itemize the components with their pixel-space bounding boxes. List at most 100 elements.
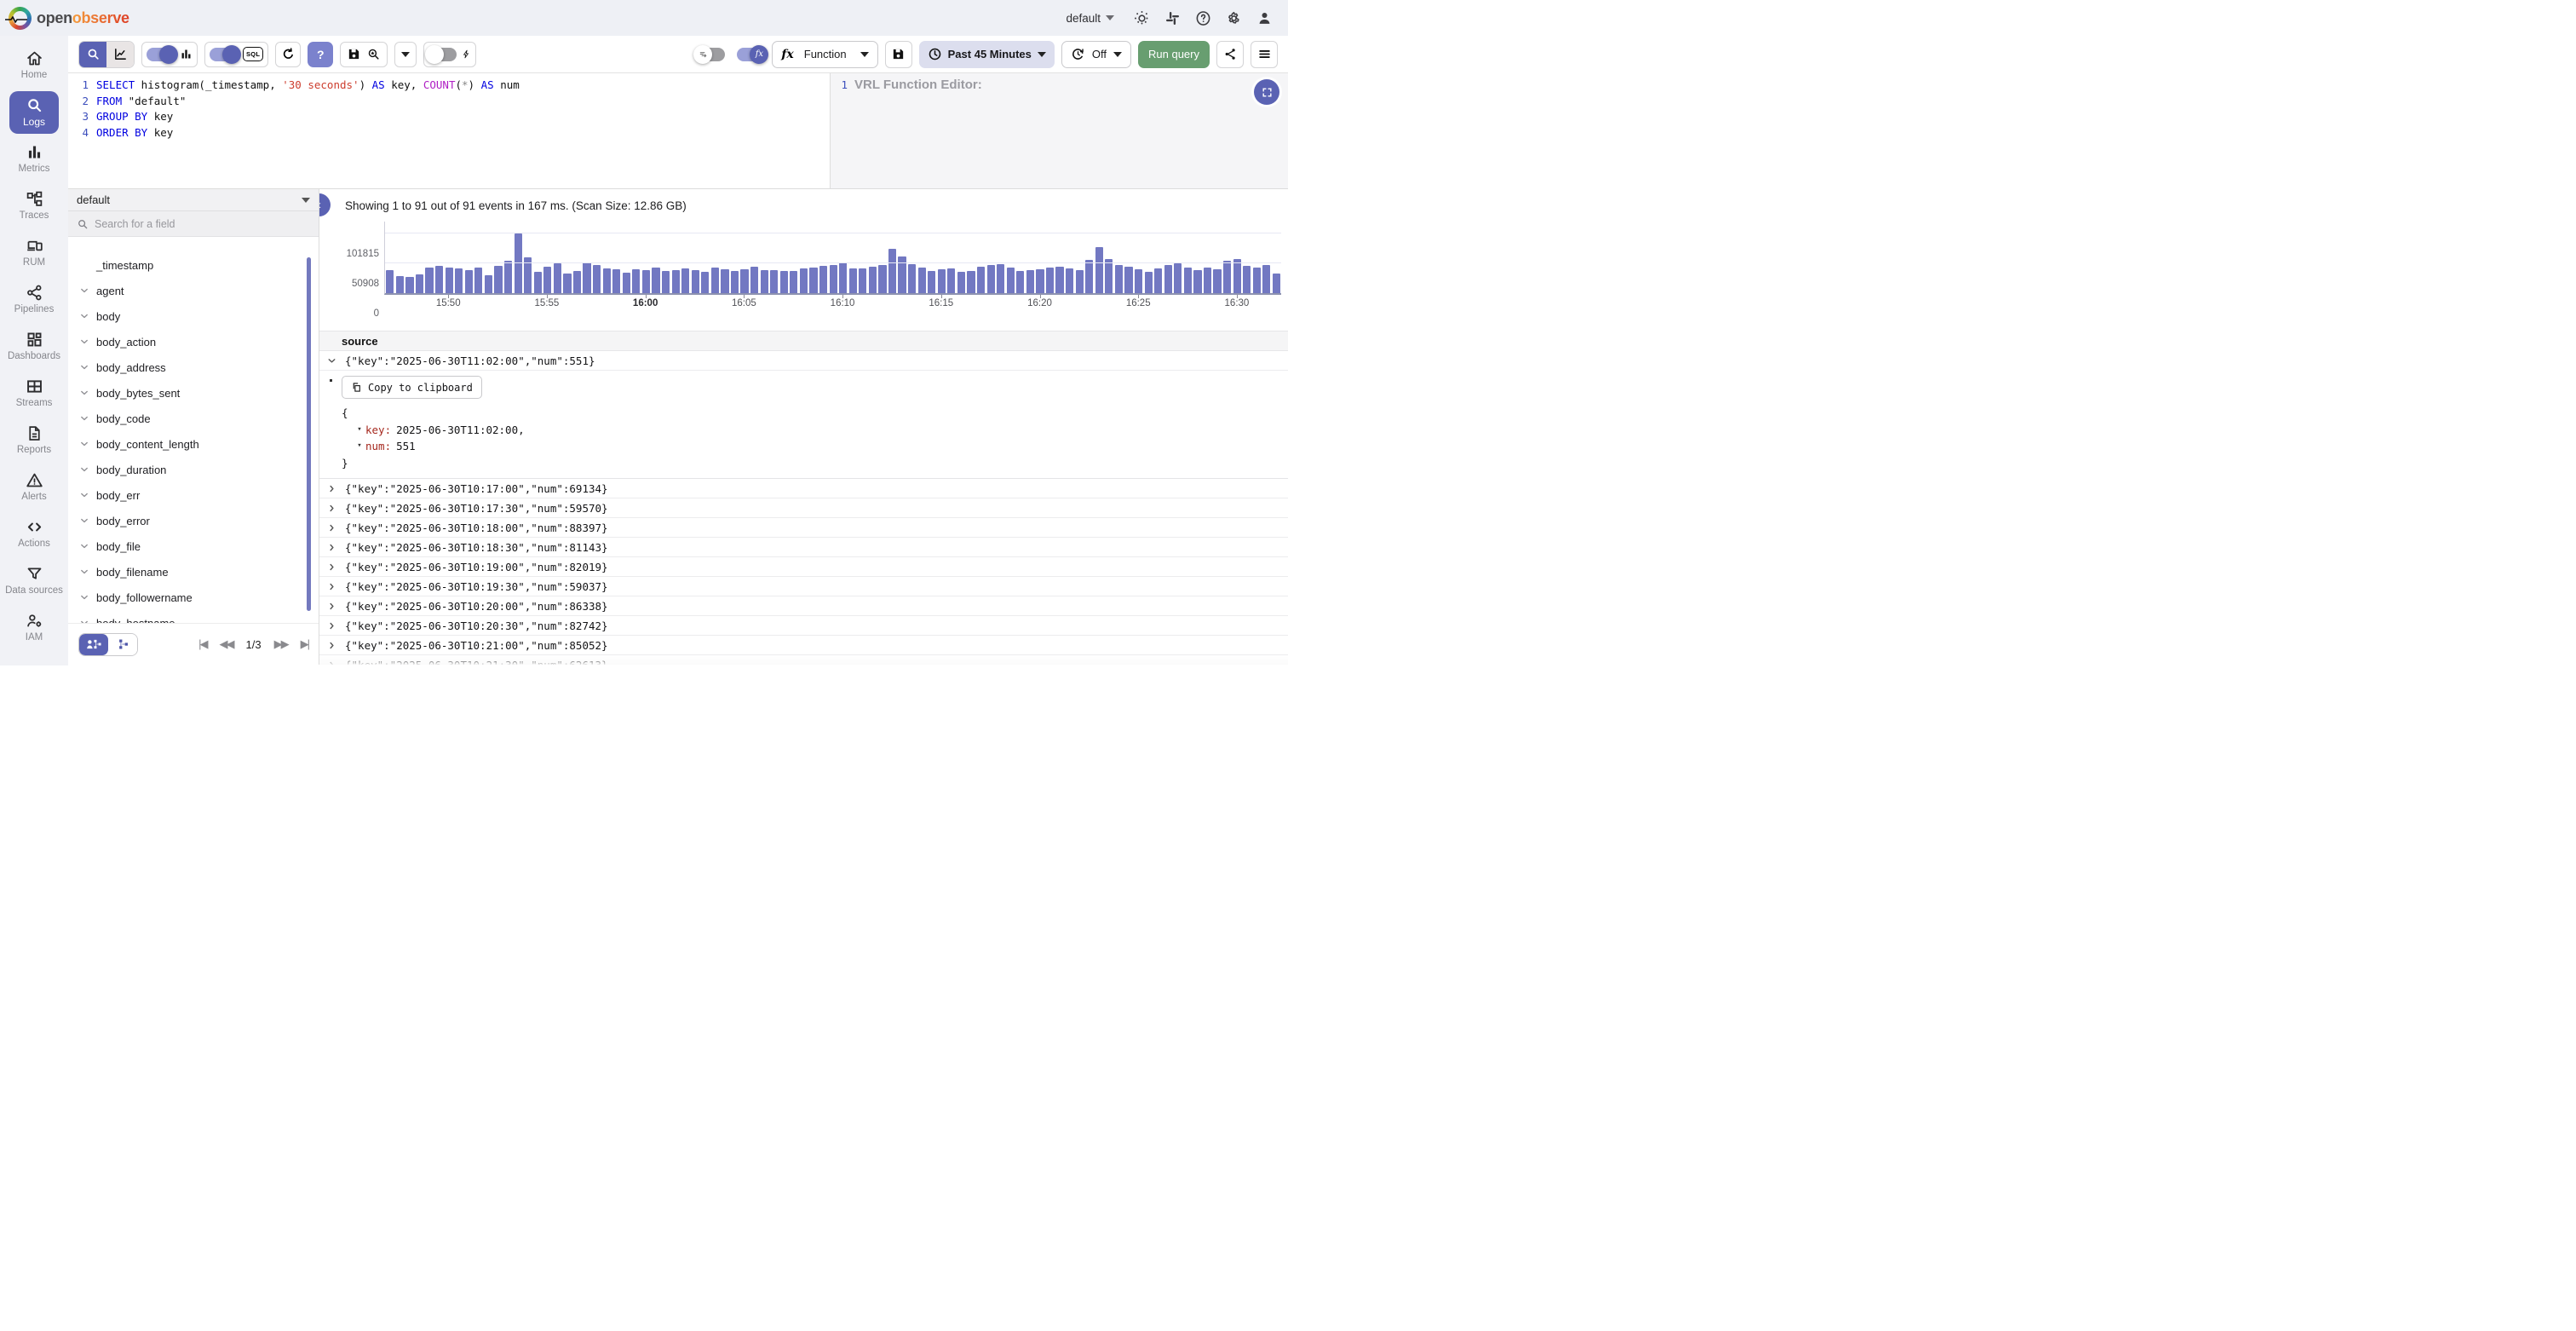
histogram-bar[interactable] xyxy=(662,271,670,293)
copy-to-clipboard-button[interactable]: Copy to clipboard xyxy=(342,376,482,399)
settings-gear-icon[interactable] xyxy=(1226,10,1242,26)
sidebar-item-metrics[interactable]: Metrics xyxy=(3,138,65,181)
run-query-button[interactable]: Run query xyxy=(1138,41,1210,68)
sidebar-item-alerts[interactable]: Alerts xyxy=(3,466,65,509)
json-entry[interactable]: ▾key:2025-06-30T11:02:00, xyxy=(342,422,1288,439)
table-row[interactable]: {"key":"2025-06-30T10:19:00","num":82019… xyxy=(319,557,1288,577)
field-item-body[interactable]: body xyxy=(68,303,319,329)
histogram-toggle[interactable] xyxy=(147,48,175,61)
histogram-bar[interactable] xyxy=(701,272,709,293)
auto-refresh-selector[interactable]: Off xyxy=(1061,41,1131,68)
query-help-button[interactable]: ? xyxy=(308,42,333,67)
prev-page-button[interactable]: ◀◀ xyxy=(220,637,233,651)
histogram-bar[interactable] xyxy=(1055,267,1063,293)
histogram-bar[interactable] xyxy=(908,264,916,293)
histogram-bar[interactable] xyxy=(1223,261,1231,294)
histogram-bar[interactable] xyxy=(583,262,590,293)
histogram-bar[interactable] xyxy=(1076,270,1084,293)
sql-query-editor[interactable]: 1SELECT histogram(_timestamp, '30 second… xyxy=(68,73,831,188)
histogram-bar[interactable] xyxy=(465,270,473,294)
histogram-bar[interactable] xyxy=(573,271,581,293)
histogram-bar[interactable] xyxy=(593,265,601,293)
histogram-bar[interactable] xyxy=(977,267,985,293)
help-icon[interactable] xyxy=(1195,10,1211,26)
histogram-bar[interactable] xyxy=(1105,259,1113,293)
field-item-body_followername[interactable]: body_followername xyxy=(68,585,319,610)
field-view-schema-button[interactable] xyxy=(108,634,137,655)
field-item-body_hostname[interactable]: body_hostname xyxy=(68,610,319,623)
histogram-bar[interactable] xyxy=(1262,265,1270,293)
org-selector[interactable]: default xyxy=(1066,12,1114,25)
sidebar-item-pipelines[interactable]: Pipelines xyxy=(3,279,65,321)
more-menu-button[interactable] xyxy=(1251,41,1278,68)
histogram-bar[interactable] xyxy=(1066,268,1073,293)
histogram-bar[interactable] xyxy=(987,265,995,293)
histogram-bar[interactable] xyxy=(1046,268,1054,293)
histogram-bar[interactable] xyxy=(1124,267,1132,293)
field-item-body_address[interactable]: body_address xyxy=(68,354,319,380)
time-range-selector[interactable]: Past 45 Minutes xyxy=(919,41,1055,68)
profile-icon[interactable] xyxy=(1256,10,1273,26)
histogram-bar[interactable] xyxy=(534,272,542,293)
save-icon[interactable] xyxy=(347,47,361,61)
histogram-bar[interactable] xyxy=(721,269,728,293)
search-view-button[interactable] xyxy=(79,42,106,67)
json-entry[interactable]: ▾num:551 xyxy=(342,438,1288,455)
histogram-bar[interactable] xyxy=(790,271,797,293)
histogram-bar[interactable] xyxy=(612,269,620,293)
histogram-bar[interactable] xyxy=(494,266,502,293)
histogram-bar[interactable] xyxy=(938,269,946,293)
histogram-bar[interactable] xyxy=(672,270,680,294)
table-row[interactable]: {"key":"2025-06-30T10:17:30","num":59570… xyxy=(319,498,1288,518)
collapse-fields-button[interactable]: ‹ xyxy=(319,193,331,216)
histogram-bar[interactable] xyxy=(809,268,817,293)
histogram-bar[interactable] xyxy=(386,270,394,294)
histogram-bar[interactable] xyxy=(711,268,719,293)
histogram-bar[interactable] xyxy=(1243,266,1251,293)
histogram-bar[interactable] xyxy=(1204,268,1211,293)
table-row[interactable]: {"key":"2025-06-30T10:17:00","num":69134… xyxy=(319,479,1288,498)
last-page-button[interactable]: ▶| xyxy=(301,637,308,651)
function-toggle[interactable]: fx xyxy=(737,48,765,61)
field-item-body_content_length[interactable]: body_content_length xyxy=(68,431,319,457)
histogram-bar[interactable] xyxy=(485,275,492,293)
sidebar-item-streams[interactable]: Streams xyxy=(3,372,65,415)
histogram-bar[interactable] xyxy=(632,269,640,293)
sidebar-item-dashboards[interactable]: Dashboards xyxy=(3,326,65,368)
histogram-bar[interactable] xyxy=(396,276,404,293)
histogram-bar[interactable] xyxy=(1115,265,1123,293)
histogram-bar[interactable] xyxy=(623,273,630,293)
histogram-bar[interactable] xyxy=(918,268,926,293)
histogram-bar[interactable] xyxy=(849,268,857,293)
sidebar-item-traces[interactable]: Traces xyxy=(3,185,65,228)
histogram-bar[interactable] xyxy=(731,271,739,293)
histogram-bar[interactable] xyxy=(878,265,886,293)
histogram-bar[interactable] xyxy=(1007,268,1015,293)
histogram-bar[interactable] xyxy=(830,265,837,293)
field-search-input[interactable] xyxy=(95,218,265,230)
sidebar-item-home[interactable]: Home xyxy=(3,44,65,87)
histogram-bar[interactable] xyxy=(474,268,482,293)
histogram-bar[interactable] xyxy=(446,268,453,293)
histogram-bar[interactable] xyxy=(652,268,659,293)
histogram-bar[interactable] xyxy=(1193,270,1201,294)
table-row[interactable]: {"key":"2025-06-30T10:21:00","num":85052… xyxy=(319,636,1288,655)
histogram-bar[interactable] xyxy=(692,270,699,293)
histogram-bar[interactable] xyxy=(1036,269,1044,293)
quick-mode-group[interactable] xyxy=(423,42,476,67)
histogram-bar[interactable] xyxy=(455,268,463,293)
histogram-bar[interactable] xyxy=(1135,269,1142,293)
histogram-bar[interactable] xyxy=(928,271,935,293)
table-row[interactable]: {"key":"2025-06-30T10:21:30","num":62613… xyxy=(319,655,1288,665)
field-item-_timestamp[interactable]: _timestamp xyxy=(68,252,319,278)
sidebar-item-logs[interactable]: Logs xyxy=(9,91,59,134)
sql-mode-group[interactable]: SQL xyxy=(204,42,268,67)
expanded-row-head[interactable]: {"key":"2025-06-30T11:02:00","num":551} xyxy=(319,351,1288,371)
histogram-bar[interactable] xyxy=(770,270,778,294)
histogram-bar[interactable] xyxy=(681,268,689,293)
field-view-user-button[interactable] xyxy=(79,634,108,655)
table-row[interactable]: {"key":"2025-06-30T10:20:00","num":86338… xyxy=(319,596,1288,616)
sidebar-item-data-sources[interactable]: Data sources xyxy=(3,560,65,602)
histogram-bar[interactable] xyxy=(1085,260,1093,293)
histogram-bar[interactable] xyxy=(1164,265,1172,293)
